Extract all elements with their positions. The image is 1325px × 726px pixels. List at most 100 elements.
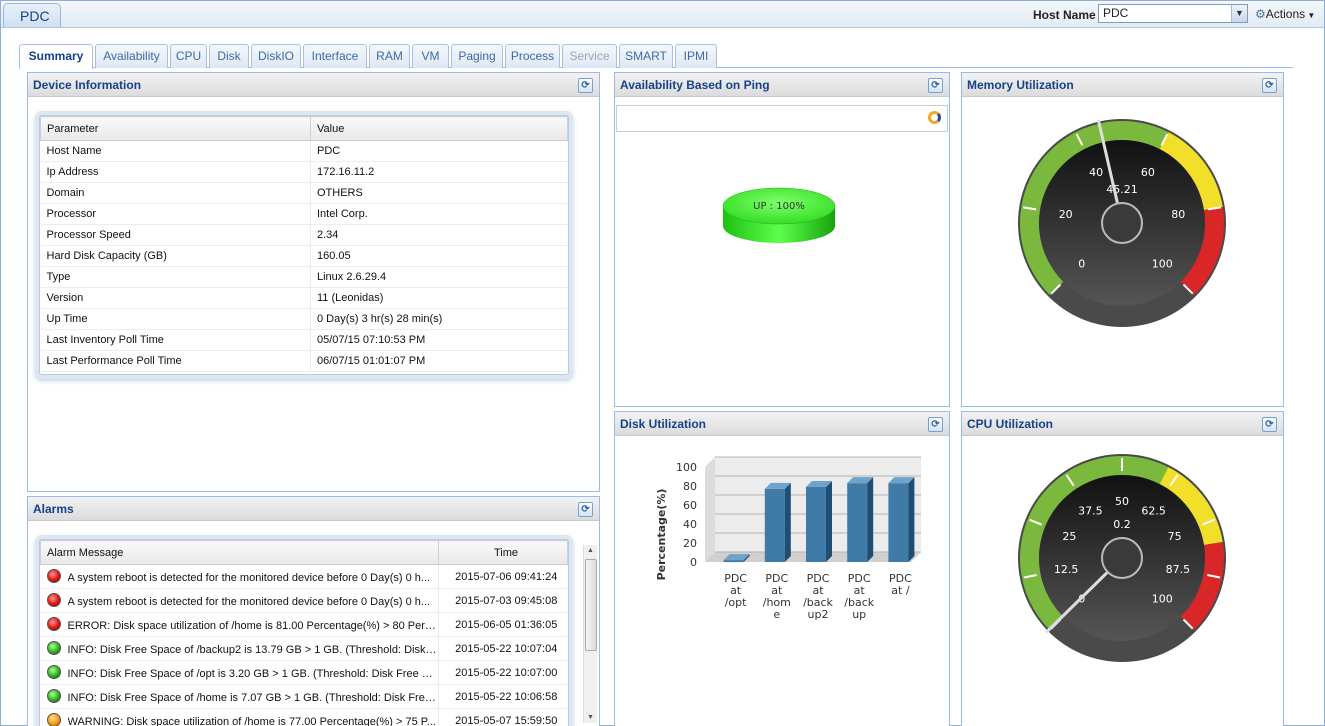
tab-availability[interactable]: Availability	[95, 44, 168, 68]
status-red-icon	[46, 569, 61, 584]
table-row[interactable]: Version 11 (Leonidas)	[40, 287, 568, 309]
table-row[interactable]: Processor Intel Corp.	[40, 203, 568, 225]
table-row[interactable]: Last Performance Poll Time 06/07/15 01:01…	[40, 350, 568, 372]
panel-title: Alarms ⟳	[28, 497, 599, 521]
value-cell: 160.05	[310, 245, 568, 267]
tab-paging[interactable]: Paging	[451, 44, 503, 68]
value-cell: 05/07/15 07:10:53 PM	[310, 329, 568, 351]
table-row[interactable]: Processor Speed 2.34	[40, 224, 568, 246]
y-axis-label: Percentage(%)	[655, 489, 668, 581]
refresh-icon[interactable]: ⟳	[928, 78, 943, 93]
availability-chart: UP : 100%	[722, 187, 836, 243]
tab-interface[interactable]: Interface	[303, 44, 367, 68]
tab-diskio[interactable]: DiskIO	[251, 44, 301, 68]
column-header-alarm-message[interactable]: Alarm Message	[40, 540, 439, 565]
parameter-cell: Up Time	[40, 308, 311, 330]
chevron-down-icon[interactable]: ▼	[1231, 5, 1247, 22]
chart-options-icon[interactable]	[928, 111, 941, 124]
gauge-tick-label: 12.5	[1054, 563, 1079, 576]
bar[interactable]	[847, 483, 868, 562]
alarm-row[interactable]: A system reboot is detected for the moni…	[40, 564, 568, 589]
actions-button[interactable]: ⚙Actions ▼	[1251, 5, 1321, 24]
gauge-value-label: 45.21	[1106, 183, 1138, 196]
column-header-time[interactable]: Time	[438, 540, 568, 565]
table-row[interactable]: Type Linux 2.6.29.4	[40, 266, 568, 288]
alarm-message-cell: WARNING: Disk space utilization of /home…	[40, 708, 439, 726]
x-tick-label: e	[773, 608, 780, 621]
x-tick-label: up	[852, 608, 866, 621]
tab-ipmi[interactable]: IPMI	[675, 44, 717, 68]
refresh-icon[interactable]: ⟳	[1262, 78, 1277, 93]
bar[interactable]	[723, 560, 744, 563]
scroll-up-icon[interactable]: ▲	[587, 547, 594, 554]
y-tick-label: 100	[676, 461, 697, 474]
refresh-icon[interactable]: ⟳	[1262, 417, 1277, 432]
alarm-row[interactable]: A system reboot is detected for the moni…	[40, 588, 568, 613]
table-row[interactable]: Hard Disk Capacity (GB) 160.05	[40, 245, 568, 267]
tab-service[interactable]: Service	[562, 44, 617, 68]
availability-toolbar	[616, 105, 948, 132]
gauge-hub	[1101, 537, 1143, 579]
table-row[interactable]: Domain OTHERS	[40, 182, 568, 204]
y-tick-label: 20	[683, 537, 697, 550]
disk-title: Disk Utilization	[620, 417, 707, 431]
tab-disk[interactable]: Disk	[209, 44, 249, 68]
alarm-message: INFO: Disk Free Space of /home is 7.07 G…	[67, 691, 438, 704]
x-tick-label: /opt	[725, 596, 747, 609]
availability-title: Availability Based on Ping	[620, 78, 770, 92]
scrollbar-thumb[interactable]	[585, 559, 597, 651]
bar[interactable]	[888, 483, 909, 562]
alarm-row[interactable]: ERROR: Disk space utilization of /home i…	[40, 612, 568, 637]
panel-title: CPU Utilization ⟳	[962, 412, 1283, 436]
alarms-panel: Alarms ⟳ Alarm Message Time A system reb…	[27, 496, 600, 726]
parameter-cell: Host Name	[40, 140, 311, 162]
refresh-icon[interactable]: ⟳	[578, 502, 593, 517]
value-cell: 172.16.11.2	[310, 161, 568, 183]
disk-panel: Disk Utilization ⟳ 0 20 40 60 80 100 Percentag…	[614, 411, 950, 726]
refresh-icon[interactable]: ⟳	[578, 78, 593, 93]
table-row[interactable]: Host Name PDC	[40, 140, 568, 162]
scroll-down-icon[interactable]: ▼	[587, 714, 594, 721]
tab-cpu[interactable]: CPU	[170, 44, 207, 68]
memory-panel: Memory Utilization ⟳ 0 20 40 60 80 100 45.21	[961, 72, 1284, 407]
cpu-panel: CPU Utilization ⟳ 012.52537.55062.57587.…	[961, 411, 1284, 726]
column-header-parameter[interactable]: Parameter	[40, 116, 311, 141]
alarms-title: Alarms	[33, 502, 74, 516]
alarm-row[interactable]: INFO: Disk Free Space of /home is 7.07 G…	[40, 684, 568, 709]
tab-vm[interactable]: VM	[412, 44, 449, 68]
alarm-row[interactable]: WARNING: Disk space utilization of /home…	[40, 708, 568, 726]
device-tab[interactable]: PDC	[3, 3, 61, 27]
parameter-cell: Processor	[40, 203, 311, 225]
panel-title: Memory Utilization ⟳	[962, 73, 1283, 97]
bar[interactable]	[764, 488, 785, 562]
tab-ram[interactable]: RAM	[369, 44, 410, 68]
table-row[interactable]: Last Inventory Poll Time 05/07/15 07:10:5…	[40, 329, 568, 351]
alarm-row[interactable]: INFO: Disk Free Space of /opt is 3.20 GB…	[40, 660, 568, 685]
alarm-message-cell: ERROR: Disk space utilization of /home i…	[40, 612, 439, 637]
parameter-cell: Ip Address	[40, 161, 311, 183]
table-row[interactable]: Up Time 0 Day(s) 3 hr(s) 28 min(s)	[40, 308, 568, 330]
refresh-icon[interactable]: ⟳	[928, 417, 943, 432]
value-cell: PDC	[310, 140, 568, 162]
panel-title: Device Information ⟳	[28, 73, 599, 97]
tab-summary[interactable]: Summary	[19, 44, 93, 69]
gauge-tick-label: 20	[1059, 208, 1073, 221]
alarms-scrollbar[interactable]: ▲ ▼	[583, 545, 597, 723]
gauge-tick-label: 0	[1078, 257, 1085, 270]
alarm-message: A system reboot is detected for the moni…	[67, 571, 431, 584]
tab-smart[interactable]: SMART	[619, 44, 673, 68]
caret-down-icon: ▼	[1305, 11, 1316, 20]
parameter-cell: Processor Speed	[40, 224, 311, 246]
x-tick-label: at /	[891, 584, 910, 597]
value-cell: 2.34	[310, 224, 568, 246]
alarm-row[interactable]: INFO: Disk Free Space of /backup2 is 13.…	[40, 636, 568, 661]
parameter-cell: Hard Disk Capacity (GB)	[40, 245, 311, 267]
column-header-value[interactable]: Value	[310, 116, 568, 141]
gauge-tick-label: 60	[1141, 166, 1155, 179]
table-row[interactable]: Ip Address 172.16.11.2	[40, 161, 568, 183]
y-tick-label: 80	[683, 480, 697, 493]
host-name-select[interactable]: PDC ▼	[1098, 4, 1248, 23]
parameter-cell: Type	[40, 266, 311, 288]
bar[interactable]	[806, 486, 826, 562]
tab-process[interactable]: Process	[505, 44, 560, 68]
